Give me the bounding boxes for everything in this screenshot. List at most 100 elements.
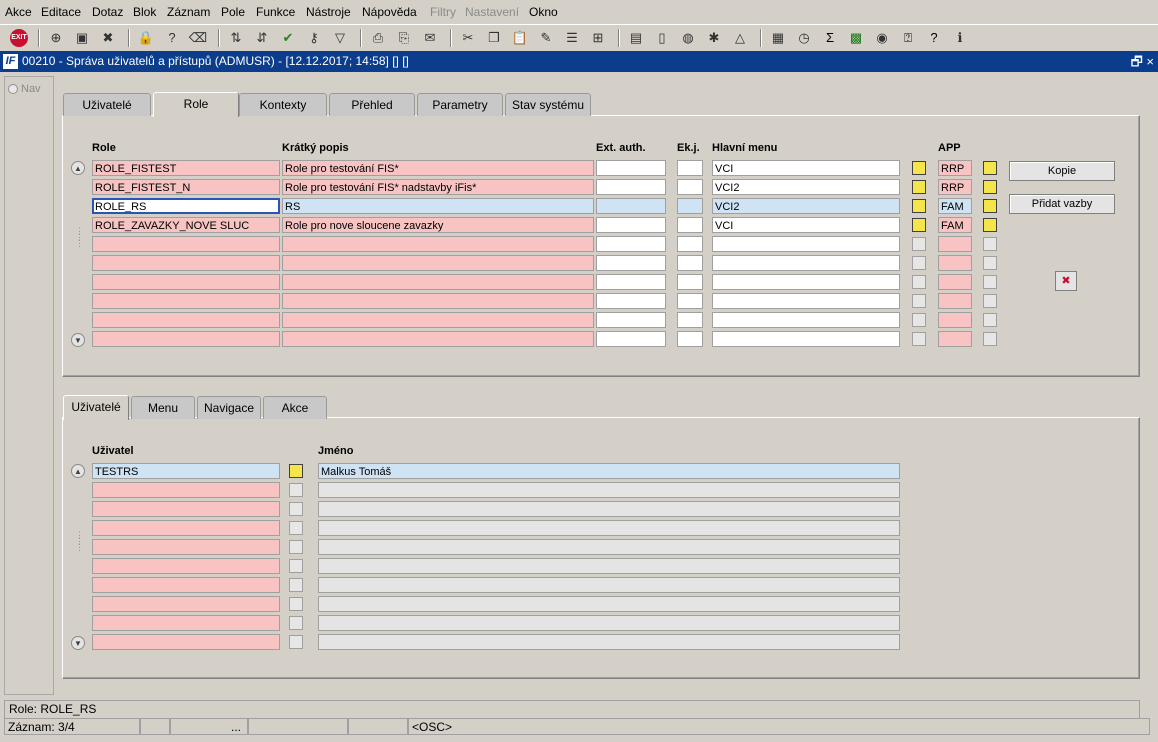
description-cell[interactable] [282, 255, 594, 271]
app-cell[interactable]: FAM [938, 198, 972, 214]
role-cell[interactable] [92, 293, 280, 309]
role-cell[interactable]: ROLE_FISTEST_N [92, 179, 280, 195]
sort-asc-icon[interactable]: ⇅ [226, 28, 246, 48]
menu-zaznam[interactable]: Záznam [167, 5, 210, 19]
ekj-cell[interactable] [677, 274, 703, 290]
main-menu-cell[interactable]: VCI2 [712, 179, 900, 195]
description-cell[interactable]: RS [282, 198, 594, 214]
app-cell[interactable]: FAM [938, 217, 972, 233]
lov-icon[interactable] [289, 464, 303, 478]
user-cell[interactable] [92, 615, 280, 631]
restore-window-icon[interactable]: 🗗 [1131, 54, 1143, 69]
query-icon[interactable]: ? [162, 28, 182, 48]
document-icon[interactable]: ▯ [652, 28, 672, 48]
menu-blok[interactable]: Blok [133, 5, 156, 19]
app-cell[interactable]: RRP [938, 179, 972, 195]
role-cell[interactable] [92, 312, 280, 328]
help-icon[interactable]: ? [924, 28, 944, 48]
tab-top-3[interactable]: Přehled [329, 93, 415, 116]
role-cell[interactable]: ROLE_ZAVAZKY_NOVE SLUC [92, 217, 280, 233]
role-cell[interactable] [92, 255, 280, 271]
ext-auth-cell[interactable] [596, 198, 666, 214]
tab-bottom-2[interactable]: Navigace [197, 396, 261, 419]
close-window-icon[interactable]: × [1146, 54, 1154, 69]
tab-top-1[interactable]: Role [153, 92, 239, 117]
lov-icon[interactable] [983, 199, 997, 213]
ext-auth-cell[interactable] [596, 331, 666, 347]
menu-napoveda[interactable]: Nápověda [362, 5, 417, 19]
ekj-cell[interactable] [677, 160, 703, 176]
clipboard-icon[interactable]: ▤ [626, 28, 646, 48]
user-cell[interactable] [92, 558, 280, 574]
app-cell[interactable] [938, 274, 972, 290]
user-cell[interactable] [92, 634, 280, 650]
ekj-cell[interactable] [677, 217, 703, 233]
info-icon[interactable]: ℹ [950, 28, 970, 48]
role-cell[interactable] [92, 274, 280, 290]
ekj-cell[interactable] [677, 179, 703, 195]
role-cell[interactable] [92, 331, 280, 347]
ekj-cell[interactable] [677, 255, 703, 271]
menu-pole[interactable]: Pole [221, 5, 245, 19]
add-links-button[interactable]: Přidat vazby [1009, 194, 1115, 214]
description-cell[interactable] [282, 331, 594, 347]
description-cell[interactable]: Role pro testování FIS* [282, 160, 594, 176]
lock-icon[interactable]: 🔒 [136, 28, 156, 48]
chart-icon[interactable]: ▦ [768, 28, 788, 48]
lov-icon[interactable] [912, 161, 926, 175]
menu-nastroje[interactable]: Nástroje [306, 5, 351, 19]
description-cell[interactable] [282, 312, 594, 328]
app-cell[interactable] [938, 236, 972, 252]
tab-top-0[interactable]: Uživatelé [63, 93, 151, 116]
description-cell[interactable] [282, 236, 594, 252]
menu-dotaz[interactable]: Dotaz [92, 5, 123, 19]
description-cell[interactable]: Role pro nove sloucene zavazky [282, 217, 594, 233]
ext-auth-cell[interactable] [596, 274, 666, 290]
ekj-cell[interactable] [677, 312, 703, 328]
main-menu-cell[interactable]: VCI [712, 217, 900, 233]
tab-bottom-3[interactable]: Akce [263, 396, 327, 419]
main-menu-cell[interactable] [712, 236, 900, 252]
lov-icon[interactable] [912, 199, 926, 213]
copy-button[interactable]: Kopie [1009, 161, 1115, 181]
role-cell[interactable] [92, 236, 280, 252]
filter-icon[interactable]: ▽ [330, 28, 350, 48]
mail-icon[interactable]: ✉ [420, 28, 440, 48]
user-cell[interactable] [92, 596, 280, 612]
user-cell[interactable] [92, 577, 280, 593]
tab-top-4[interactable]: Parametry [417, 93, 503, 116]
ext-auth-cell[interactable] [596, 217, 666, 233]
clear-icon[interactable]: ⌫ [188, 28, 208, 48]
ext-auth-cell[interactable] [596, 255, 666, 271]
network-icon[interactable]: △ [730, 28, 750, 48]
insert-record-icon[interactable]: ⊕ [46, 28, 66, 48]
lov-icon[interactable] [912, 218, 926, 232]
tab-bottom-0[interactable]: Uživatelé [63, 395, 129, 420]
scroll-grip-icon[interactable]: ⋮ ⋮ ⋮ [75, 531, 84, 572]
commit-check-icon[interactable]: ✔ [278, 28, 298, 48]
scroll-down-icon[interactable]: ▼ [71, 333, 85, 347]
user-cell[interactable] [92, 539, 280, 555]
excel-icon[interactable]: ▩ [846, 28, 866, 48]
scroll-up-icon[interactable]: ▲ [71, 464, 85, 478]
menu-funkce[interactable]: Funkce [256, 5, 295, 19]
app-cell[interactable] [938, 331, 972, 347]
user-cell[interactable] [92, 520, 280, 536]
description-cell[interactable] [282, 274, 594, 290]
app-cell[interactable] [938, 312, 972, 328]
cut-icon[interactable]: ✂ [458, 28, 478, 48]
app-cell[interactable] [938, 255, 972, 271]
ext-auth-cell[interactable] [596, 312, 666, 328]
list-icon[interactable]: ☰ [562, 28, 582, 48]
globe-icon[interactable]: ◍ [678, 28, 698, 48]
print-preview-icon[interactable]: ⎘ [394, 28, 414, 48]
scroll-down-icon[interactable]: ▼ [71, 636, 85, 650]
ekj-cell[interactable] [677, 198, 703, 214]
main-menu-cell[interactable] [712, 331, 900, 347]
edit-icon[interactable]: ✎ [536, 28, 556, 48]
main-menu-cell[interactable] [712, 293, 900, 309]
app-cell[interactable]: RRP [938, 160, 972, 176]
ekj-cell[interactable] [677, 293, 703, 309]
main-menu-cell[interactable] [712, 255, 900, 271]
description-cell[interactable] [282, 293, 594, 309]
